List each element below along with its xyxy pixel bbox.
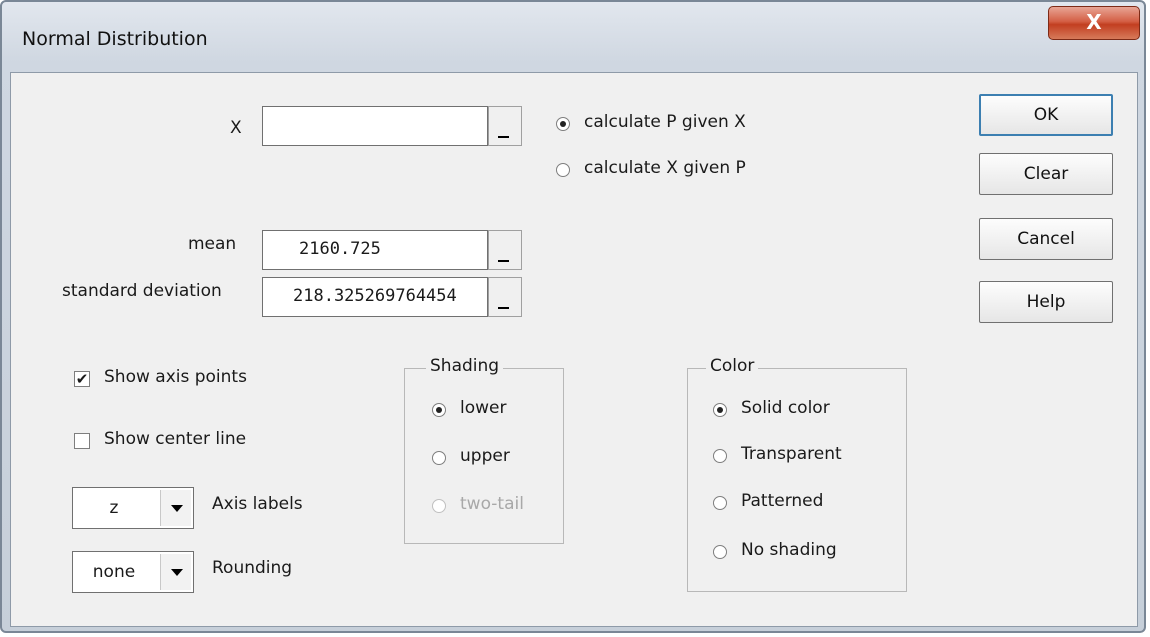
mean-label: mean — [188, 234, 237, 254]
axis-labels-label: Axis labels — [212, 494, 303, 514]
shading-lower-radio[interactable] — [432, 403, 446, 417]
calc-p-given-x-radio[interactable] — [556, 117, 570, 131]
dropdown-arrow-icon[interactable] — [160, 490, 191, 526]
color-solid-radio[interactable] — [713, 403, 727, 417]
shading-lower-label[interactable]: lower — [460, 398, 506, 418]
color-no-shading-label[interactable]: No shading — [741, 540, 837, 560]
checkmark-icon: ✔ — [75, 370, 89, 388]
color-group-title: Color — [706, 356, 759, 376]
show-axis-points-checkbox[interactable]: ✔ — [74, 371, 90, 387]
dropdown-arrow-icon[interactable] — [160, 554, 191, 590]
x-browse-button[interactable] — [488, 106, 522, 146]
mean-input[interactable]: 2160.725 — [262, 230, 488, 270]
cancel-button[interactable]: Cancel — [979, 218, 1113, 260]
show-axis-points-label[interactable]: Show axis points — [104, 367, 247, 387]
color-patterned-label[interactable]: Patterned — [741, 491, 823, 511]
calc-x-given-p-label[interactable]: calculate X given P — [584, 158, 746, 178]
help-button[interactable]: Help — [979, 281, 1113, 323]
close-icon: X — [1086, 10, 1102, 34]
color-transparent-label[interactable]: Transparent — [741, 444, 842, 464]
shading-group-title: Shading — [426, 356, 504, 376]
close-button[interactable]: X — [1048, 6, 1140, 40]
axis-labels-value: z — [109, 498, 119, 518]
show-center-line-label[interactable]: Show center line — [104, 429, 246, 449]
color-transparent-radio[interactable] — [713, 449, 727, 463]
shading-upper-radio[interactable] — [432, 451, 446, 465]
window-title: Normal Distribution — [22, 28, 208, 50]
axis-labels-select[interactable]: z — [72, 487, 194, 529]
rounding-label: Rounding — [212, 558, 293, 578]
rounding-value: none — [92, 562, 136, 582]
shading-two-tail-label: two-tail — [460, 494, 524, 514]
color-no-shading-radio[interactable] — [713, 545, 727, 559]
dialog-body — [10, 72, 1138, 627]
x-input[interactable] — [262, 106, 488, 146]
ok-button[interactable]: OK — [979, 94, 1113, 136]
color-solid-label[interactable]: Solid color — [741, 398, 830, 418]
sd-browse-button[interactable] — [488, 277, 522, 317]
calc-p-given-x-label[interactable]: calculate P given X — [584, 112, 746, 132]
rounding-select[interactable]: none — [72, 551, 194, 593]
sd-input[interactable]: 218.325269764454 — [262, 277, 488, 317]
calc-x-given-p-radio[interactable] — [556, 163, 570, 177]
shading-two-tail-radio — [432, 499, 446, 513]
shading-upper-label[interactable]: upper — [460, 446, 510, 466]
show-center-line-checkbox[interactable] — [74, 433, 90, 449]
color-patterned-radio[interactable] — [713, 496, 727, 510]
mean-browse-button[interactable] — [488, 230, 522, 270]
x-label: X — [230, 118, 242, 138]
clear-button[interactable]: Clear — [979, 153, 1113, 195]
sd-label: standard deviation — [62, 281, 222, 301]
